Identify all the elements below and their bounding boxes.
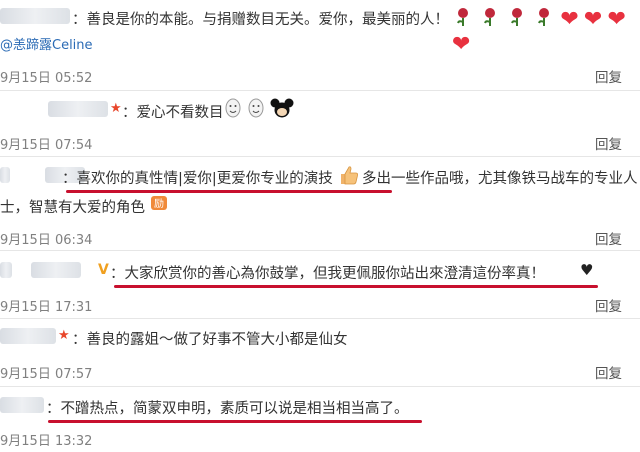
svg-text:励: 励 [154,197,164,210]
comment-5-text: ：善良的露姐～做了好事不管大小都是仙女 [72,332,348,348]
rocket-icon: 励 [150,194,168,216]
comment-1: ：善良是你的本能。与捐赠数目无关。爱你，最美丽的人！ ❤ ❤ ❤ ❤ @恙蹄露C… [0,0,640,58]
comment-3-reply-button[interactable]: 回复 [595,228,622,248]
smile-icon [247,97,265,123]
star-badge-icon: ★ [58,328,70,343]
comment-1-reply-button[interactable]: 回复 [595,66,622,86]
comment-1-username[interactable] [0,8,70,24]
heart-icon: ❤ [607,6,626,32]
comment-3-date: 9月15日 06:34 [0,233,93,248]
star-badge-icon: ★ [110,101,122,116]
comment-6-text: ：不蹭热点，简蒙双申明，素质可以说是相当相当高了。 [46,401,409,417]
rose-icon [479,6,501,32]
comment-4-date: 9月15日 17:31 [0,300,93,315]
comment-4-reply-button[interactable]: 回复 [595,295,622,315]
comment-2-emoji [224,97,294,123]
highlight-underline [66,190,392,193]
divider [0,318,640,319]
heart-icon: ❤ [452,32,471,57]
comment-3-text-a: ：喜欢你的真性情|爱你|更爱你专业的演技 [62,171,333,187]
rose-icon [506,6,528,32]
comment-3-text-b: 多出一些作品哦，尤其像铁马战车的专业人 [362,171,638,187]
comment-6-date: 9月15日 13:32 [0,434,93,449]
comment-5-date: 9月15日 07:57 [0,367,93,382]
highlight-underline [114,285,598,288]
comment-2-text: ：爱心不看数目 [122,105,224,121]
comment-4-username[interactable] [0,262,81,278]
divider [0,250,640,251]
heart-icon: ♥ [580,261,594,279]
comment-6-username[interactable] [0,397,44,413]
comment-1-text: ：善良是你的本能。与捐赠数目无关。爱你，最美丽的人！ [72,12,449,28]
mickey-icon [270,97,294,123]
heart-icon: ❤ [583,6,603,32]
comment-5-reply-button[interactable]: 回复 [595,362,622,382]
heart-icon: ❤ [560,6,579,32]
thumbs-up-icon [338,164,360,190]
comment-4-text: ：大家欣赏你的善心為你鼓掌，但我更佩服你站出來澄清這份率真！ [110,266,545,282]
highlight-underline [48,420,422,423]
comment-1-date: 9月15日 05:52 [0,71,93,86]
smile-icon [224,97,242,123]
comment-1-sub-user[interactable]: @恙蹄露Celine [0,34,93,53]
comment-5-username[interactable] [0,328,56,344]
comment-1-emoji: ❤ ❤ ❤ ❤ [452,6,640,58]
rose-icon [533,6,555,32]
divider [0,156,640,157]
rose-icon [452,6,474,32]
comment-2-reply-button[interactable]: 回复 [595,133,622,153]
comment-2-username[interactable] [48,101,108,117]
divider [0,90,640,91]
divider [0,386,640,387]
comment-2-date: 9月15日 07:54 [0,138,93,153]
v-badge-icon: V [98,262,109,278]
comment-3-text-line2: 士，智慧有大爱的角色 [0,200,145,216]
